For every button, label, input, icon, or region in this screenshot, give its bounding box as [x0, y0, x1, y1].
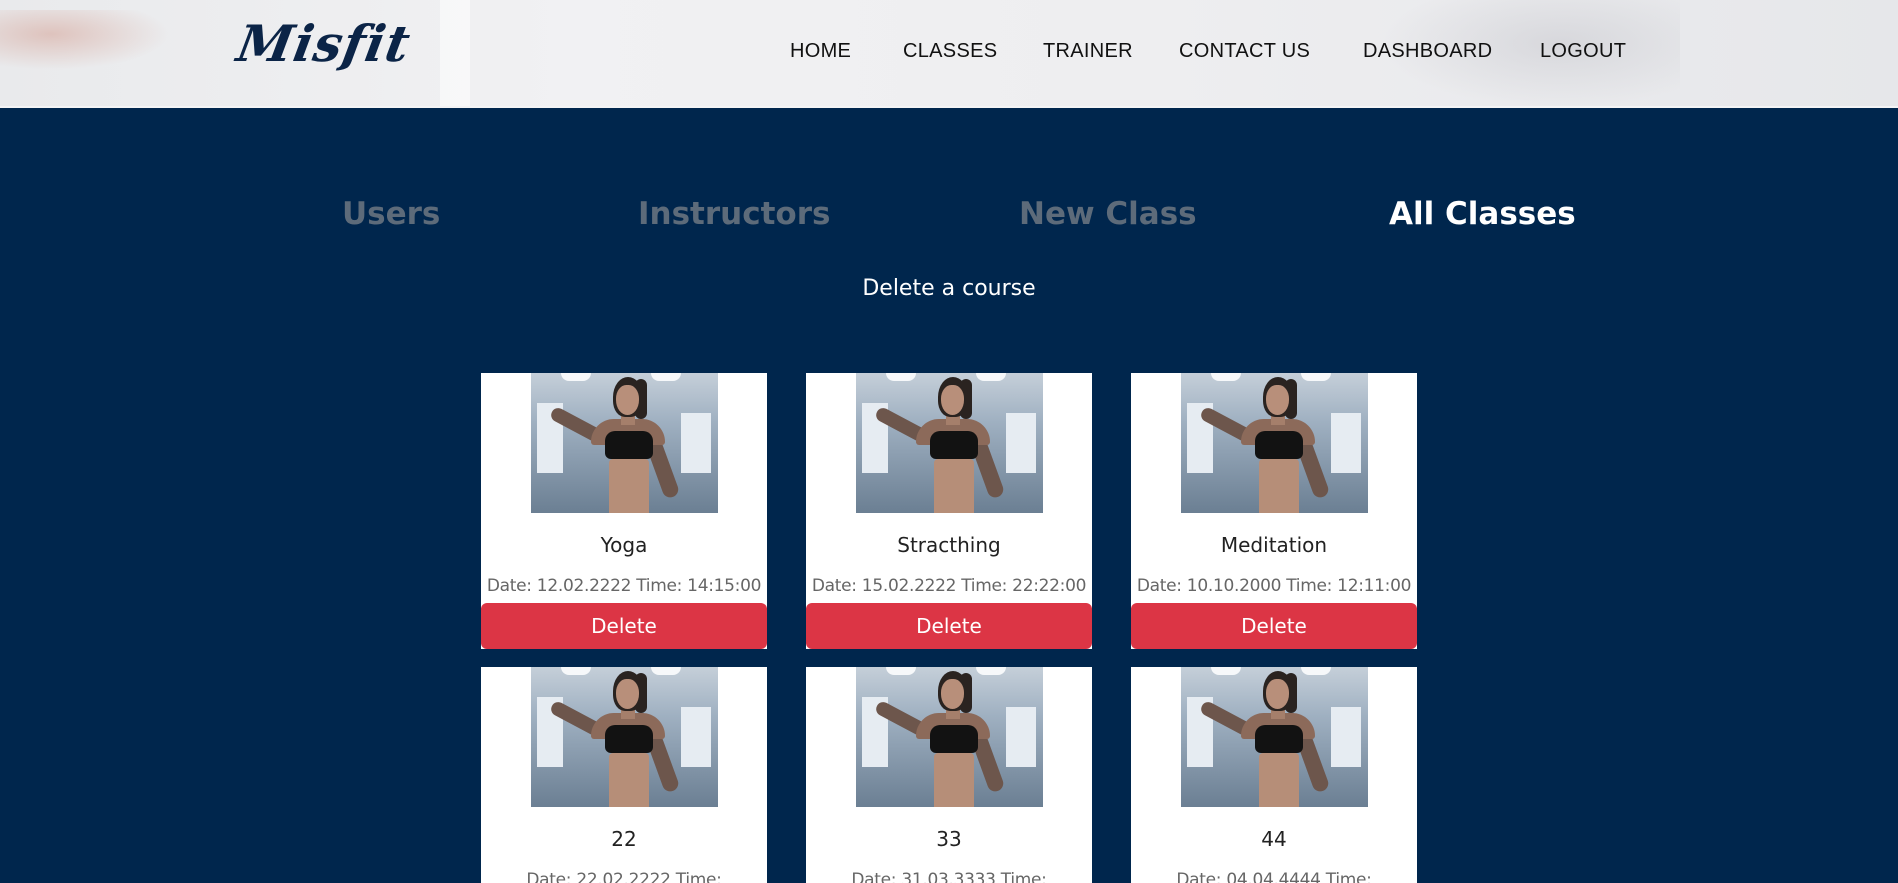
nav-contact-us[interactable]: CONTACT US: [1179, 40, 1310, 63]
tab-new-class[interactable]: New Class: [1019, 196, 1197, 232]
class-card: 22 Date: 22.02.2222 Time:: [481, 667, 767, 883]
tab-all-classes[interactable]: All Classes: [1389, 196, 1576, 232]
class-photo: [531, 667, 718, 807]
class-schedule: Date: 22.02.2222 Time:: [526, 870, 722, 883]
nav-logout[interactable]: LOGOUT: [1540, 40, 1626, 63]
delete-class-button[interactable]: Delete: [1131, 603, 1417, 649]
class-card: Yoga Date: 12.02.2222 Time: 14:15:00 Del…: [481, 373, 767, 649]
class-schedule: Date: 15.02.2222 Time: 22:22:00: [811, 576, 1087, 596]
nav-home[interactable]: HOME: [790, 40, 851, 63]
delete-class-button[interactable]: Delete: [806, 603, 1092, 649]
admin-tabs: Users Instructors New Class All Classes: [0, 196, 1898, 236]
class-card: Meditation Date: 10.10.2000 Time: 12:11:…: [1131, 373, 1417, 649]
class-name: Stracthing: [897, 533, 1001, 557]
tab-instructors[interactable]: Instructors: [638, 196, 830, 232]
class-photo: [531, 373, 718, 513]
header-divider: [0, 106, 1898, 108]
class-name: 44: [1261, 827, 1287, 851]
class-schedule: Date: 31.03.3333 Time:: [851, 870, 1047, 883]
class-photo: [1181, 667, 1368, 807]
class-card: 33 Date: 31.03.3333 Time:: [806, 667, 1092, 883]
class-card: Stracthing Date: 15.02.2222 Time: 22:22:…: [806, 373, 1092, 649]
class-name: Yoga: [600, 533, 648, 557]
class-photo: [856, 373, 1043, 513]
delete-class-button[interactable]: Delete: [481, 603, 767, 649]
nav-dashboard[interactable]: DASHBOARD: [1363, 40, 1492, 63]
class-schedule: Date: 04.04.4444 Time:: [1176, 870, 1372, 883]
section-title: Delete a course: [862, 276, 1036, 301]
class-name: 33: [936, 827, 962, 851]
class-photo: [856, 667, 1043, 807]
class-card: 44 Date: 04.04.4444 Time:: [1131, 667, 1417, 883]
tab-users[interactable]: Users: [342, 196, 440, 232]
nav-classes[interactable]: CLASSES: [903, 40, 997, 63]
class-schedule: Date: 12.02.2222 Time: 14:15:00: [486, 576, 762, 596]
class-schedule: Date: 10.10.2000 Time: 12:11:00: [1136, 576, 1412, 596]
nav-trainer[interactable]: TRAINER: [1043, 40, 1133, 63]
site-header: Misfit HOME CLASSES TRAINER CONTACT US D…: [0, 0, 1898, 108]
class-name: 22: [611, 827, 637, 851]
main-nav: HOME CLASSES TRAINER CONTACT US DASHBOAR…: [0, 40, 1898, 70]
class-photo: [1181, 373, 1368, 513]
class-name: Meditation: [1220, 533, 1328, 557]
